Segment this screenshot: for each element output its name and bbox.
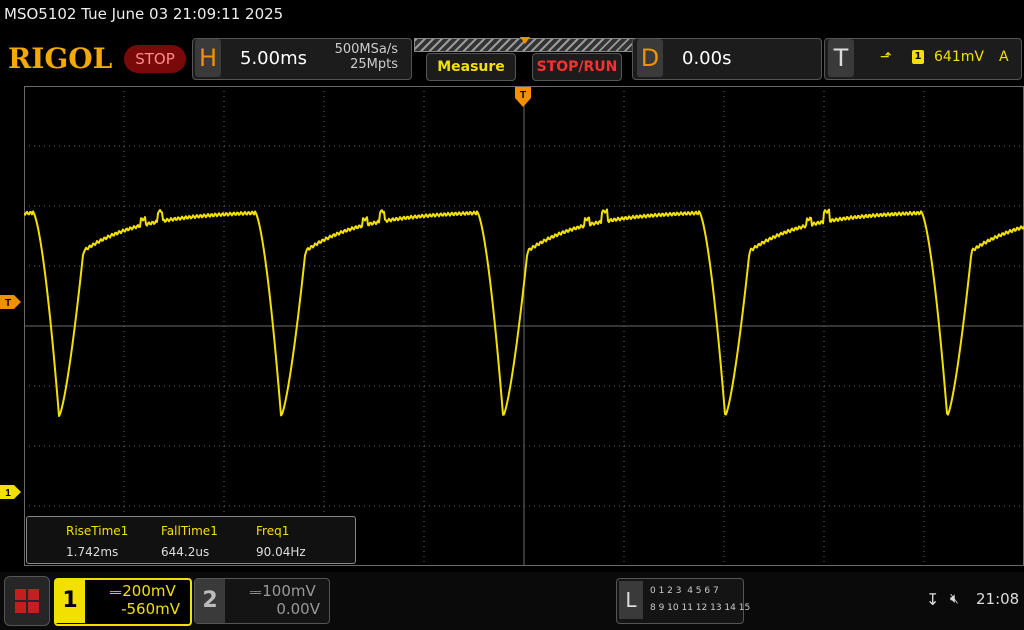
waveform-display[interactable]: [24, 86, 1024, 566]
measurement-label-freq: Freq1: [256, 524, 290, 538]
channel-1-offset-marker-icon[interactable]: 1: [0, 484, 22, 500]
run-state-badge[interactable]: STOP: [124, 45, 186, 73]
usb-icon: ↧: [926, 590, 940, 609]
rising-edge-icon: ⬏: [880, 49, 892, 65]
delay-letter: D: [637, 39, 663, 77]
channel-1-scale: ══ 200mV: [110, 582, 176, 600]
status-clock: 21:08: [976, 590, 1020, 608]
trigger-source-badge: 1: [912, 50, 924, 64]
sample-rate: 500MSa/s: [334, 42, 398, 57]
logic-analyzer-letter: L: [619, 581, 643, 619]
trigger-position-label: T: [520, 90, 526, 101]
channel-2-offset: 0.00V: [276, 600, 320, 618]
trigger-letter: T: [828, 39, 854, 77]
measurement-label-falltime: FallTime1: [161, 524, 218, 538]
channel-1-number: 1: [55, 579, 85, 623]
trigger-level-marker-label: T: [5, 298, 11, 309]
rigol-logo: RIGOL: [8, 42, 113, 75]
channel-1-scale-value: 200mV: [122, 582, 176, 600]
logic-channels-row-1: 0 1 2 3 4 5 6 7: [650, 586, 719, 596]
measurement-value-falltime: 644.2us: [161, 545, 210, 559]
measurement-label-risetime: RiseTime1: [66, 524, 129, 538]
trigger-level-marker-icon[interactable]: T: [0, 294, 22, 310]
channel-2-scale-value: 100mV: [262, 582, 316, 600]
grid-menu-icon: [15, 589, 39, 613]
measurement-value-risetime: 1.742ms: [66, 545, 119, 559]
trigger-level: 641mV: [934, 49, 984, 65]
channel-1-offset: -560mV: [121, 600, 180, 618]
home-menu-button[interactable]: [4, 576, 50, 626]
measurement-panel[interactable]: RiseTime1 1.742ms FallTime1 644.2us Freq…: [26, 516, 356, 564]
logic-channels-row-2: 8 9 10 11 12 13 14 15: [650, 603, 751, 613]
dc-coupling-icon: ══: [250, 588, 263, 599]
channel-2-scale: ══ 100mV: [250, 582, 316, 600]
measure-button[interactable]: Measure: [426, 53, 516, 81]
timebase-value: 5.00ms: [240, 48, 307, 69]
trigger-mode: A: [999, 49, 1009, 65]
memory-depth: 25Mpts: [350, 57, 398, 72]
stop-run-button[interactable]: STOP/RUN: [532, 53, 622, 81]
window-title: MSO5102 Tue June 03 21:09:11 2025: [4, 5, 284, 23]
speaker-muted-icon[interactable]: 🔇︎: [950, 591, 959, 607]
graticule: [24, 86, 1024, 566]
channel-2-number: 2: [195, 579, 225, 623]
trigger-position-marker-icon[interactable]: T: [514, 86, 532, 108]
measurement-value-freq: 90.04Hz: [256, 545, 306, 559]
horizontal-letter: H: [195, 39, 221, 77]
memory-position-marker-icon: [520, 37, 530, 44]
dc-coupling-icon: ══: [110, 588, 123, 599]
delay-value: 0.00s: [682, 48, 732, 69]
channel-1-marker-label: 1: [5, 488, 11, 499]
